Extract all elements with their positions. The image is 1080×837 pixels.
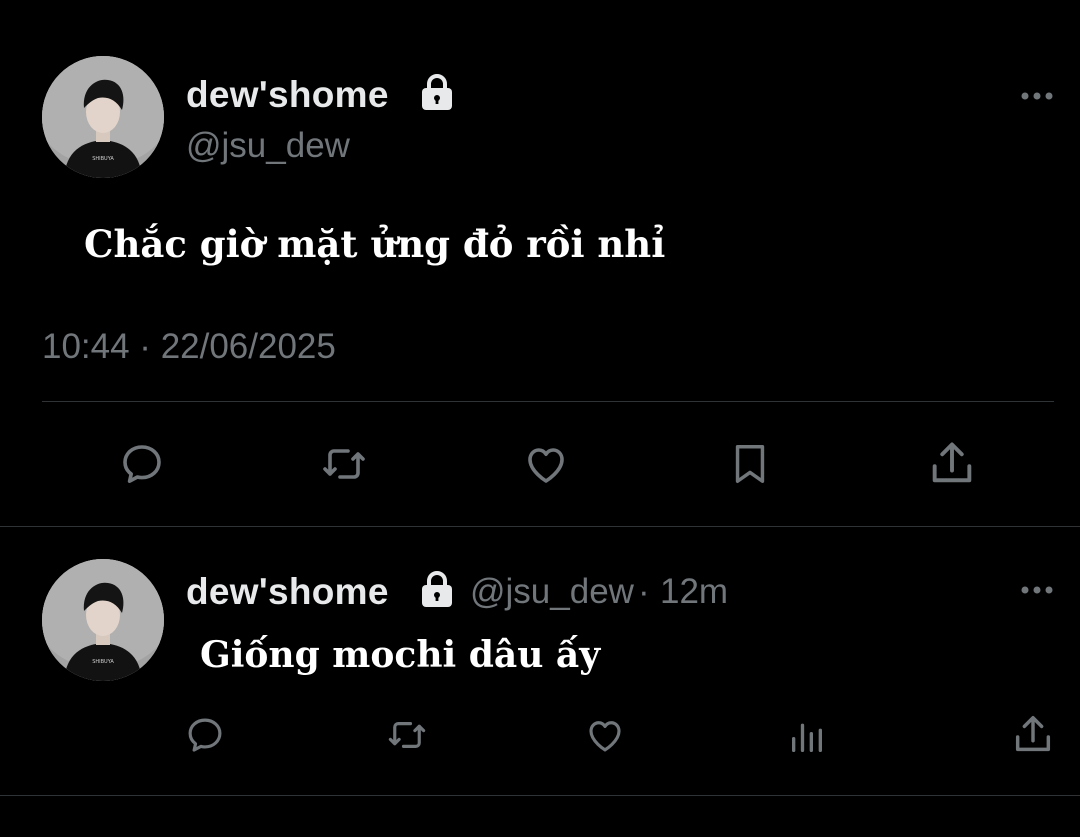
more-options-icon[interactable] bbox=[1020, 585, 1054, 595]
divider bbox=[42, 401, 1054, 402]
retweet-icon bbox=[323, 449, 365, 479]
reply-button[interactable] bbox=[114, 436, 170, 492]
reply-author-display-name[interactable]: dew'shome bbox=[186, 571, 389, 613]
protected-lock-icon bbox=[422, 74, 452, 110]
views-icon bbox=[792, 723, 822, 752]
like-icon bbox=[589, 721, 621, 752]
divider bbox=[0, 526, 1080, 527]
divider bbox=[0, 795, 1080, 796]
reply-button[interactable] bbox=[180, 710, 230, 760]
like-icon bbox=[528, 448, 564, 483]
author-avatar[interactable]: SHIBUYA bbox=[42, 56, 164, 178]
reply-separator: · bbox=[638, 572, 650, 611]
bookmark-button[interactable] bbox=[722, 436, 778, 492]
retweet-button[interactable] bbox=[314, 436, 374, 492]
like-button[interactable] bbox=[580, 710, 630, 760]
protected-lock-icon bbox=[422, 571, 452, 607]
reply-icon bbox=[188, 718, 222, 752]
like-button[interactable] bbox=[518, 436, 574, 492]
tweet-timestamp[interactable]: 10:44 · 22/06/2025 bbox=[42, 327, 336, 367]
share-icon bbox=[932, 442, 972, 483]
reply-author-avatar[interactable]: SHIBUYA bbox=[42, 559, 164, 681]
bookmark-icon bbox=[735, 445, 765, 483]
share-icon bbox=[1015, 716, 1051, 752]
author-display-name[interactable]: dew'shome bbox=[186, 74, 389, 116]
reply-text: Giống mochi dâu ấy bbox=[200, 634, 601, 676]
more-options-icon[interactable] bbox=[1020, 91, 1054, 101]
svg-text:SHIBUYA: SHIBUYA bbox=[92, 156, 114, 162]
svg-text:SHIBUYA: SHIBUYA bbox=[92, 659, 114, 665]
reply-icon bbox=[123, 445, 161, 483]
reply-author-handle[interactable]: @jsu_dew bbox=[470, 572, 634, 612]
retweet-icon bbox=[388, 722, 426, 748]
views-button[interactable] bbox=[782, 712, 832, 762]
reply-time[interactable]: 12m bbox=[660, 572, 728, 612]
share-button[interactable] bbox=[1008, 710, 1058, 760]
retweet-button[interactable] bbox=[380, 710, 434, 760]
tweet-text: Chắc giờ mặt ửng đỏ rồi nhỉ bbox=[84, 222, 666, 266]
author-handle[interactable]: @jsu_dew bbox=[186, 126, 350, 166]
share-button[interactable] bbox=[924, 436, 980, 492]
